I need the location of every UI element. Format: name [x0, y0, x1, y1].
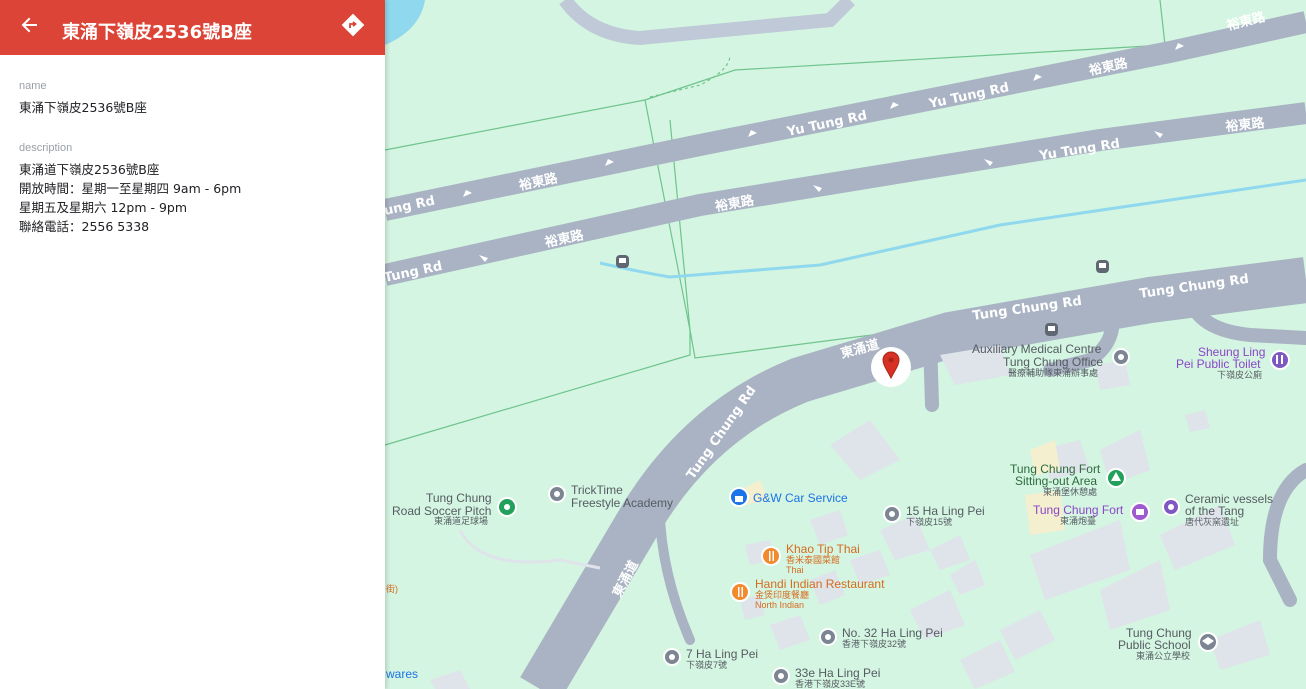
svg-text:7 Ha Ling Pei: 7 Ha Ling Pei: [686, 647, 758, 661]
fork-knife-icon: [730, 582, 750, 602]
svg-text:Tung Chung Fort: Tung Chung Fort: [1033, 503, 1124, 517]
svg-text:醫療輔助隊東涌辦事處: 醫療輔助隊東涌辦事處: [1008, 367, 1098, 378]
page-title: 東涌下嶺皮2536號B座: [62, 22, 252, 43]
svg-text:Handi Indian Restaurant: Handi Indian Restaurant: [755, 577, 885, 591]
red-location-pin-icon[interactable]: [871, 347, 911, 387]
restroom-icon: [1270, 350, 1290, 370]
svg-text:15 Ha Ling Pei: 15 Ha Ling Pei: [906, 504, 985, 518]
svg-text:東涌道足球場: 東涌道足球場: [434, 515, 488, 526]
svg-text:North Indian: North Indian: [755, 600, 804, 610]
svg-text:33e Ha Ling Pei: 33e Ha Ling Pei: [795, 666, 880, 680]
bus-stop-icon[interactable]: [1045, 323, 1058, 336]
description-line: 開放時間：星期一至星期四 9am - 6pm: [19, 181, 242, 196]
description-label: description: [19, 142, 73, 154]
svg-text:Auxiliary Medical Centre: Auxiliary Medical Centre: [972, 342, 1102, 356]
svg-text:of the Tang: of the Tang: [1185, 504, 1244, 518]
svg-text:下嶺皮公廁: 下嶺皮公廁: [1217, 369, 1262, 380]
arrow-left-icon: [21, 17, 37, 33]
bus-stop-icon[interactable]: [1096, 260, 1109, 273]
svg-text:香米泰國菜館: 香米泰國菜館: [786, 554, 840, 565]
svg-text:東涌炮臺: 東涌炮臺: [1060, 515, 1096, 526]
svg-text:Sitting-out Area: Sitting-out Area: [1015, 474, 1097, 488]
edge-label: 街): [386, 583, 398, 594]
svg-text:下嶺皮7號: 下嶺皮7號: [686, 659, 727, 670]
svg-text:G&W Car Service: G&W Car Service: [753, 491, 848, 505]
svg-text:Freestyle Academy: Freestyle Academy: [571, 496, 673, 510]
description-line: 聯絡電話：2556 5338: [19, 219, 150, 234]
svg-text:Pei Public Toilet: Pei Public Toilet: [1176, 357, 1261, 371]
svg-text:Public School: Public School: [1118, 638, 1191, 652]
svg-text:東涌堡休憩處: 東涌堡休憩處: [1043, 486, 1097, 497]
panel-header: 東涌下嶺皮2536號B座: [0, 0, 385, 55]
details-panel: 東涌下嶺皮2536號B座 name 東涌下嶺皮2536號B座 descripti…: [0, 0, 385, 689]
svg-text:No. 32 Ha Ling Pei: No. 32 Ha Ling Pei: [842, 626, 943, 640]
svg-text:下嶺皮15號: 下嶺皮15號: [906, 516, 952, 527]
edge-label: wares: [385, 667, 418, 681]
description-line: 東涌道下嶺皮2536號B座: [19, 162, 160, 177]
svg-text:香港下嶺皮32號: 香港下嶺皮32號: [842, 638, 906, 649]
svg-text:TrickTime: TrickTime: [571, 483, 623, 497]
back-button[interactable]: [14, 12, 44, 40]
directions-button[interactable]: [340, 12, 366, 38]
svg-text:東涌公立學校: 東涌公立學校: [1136, 650, 1190, 661]
svg-text:唐代灰窯遺址: 唐代灰窯遺址: [1185, 516, 1239, 527]
svg-text:Khao Tip Thai: Khao Tip Thai: [786, 542, 860, 556]
svg-text:Tung Chung Office: Tung Chung Office: [1003, 355, 1103, 369]
fork-knife-icon: [761, 546, 781, 566]
svg-text:香港下嶺皮33E號: 香港下嶺皮33E號: [795, 678, 865, 689]
description-line: 星期五及星期六 12pm - 9pm: [19, 200, 188, 215]
name-value: 東涌下嶺皮2536號B座: [19, 100, 147, 115]
svg-text:金煲印度餐廳: 金煲印度餐廳: [755, 589, 809, 600]
svg-text:Thai: Thai: [786, 565, 804, 575]
bus-stop-icon[interactable]: [616, 255, 629, 268]
directions-icon: [341, 13, 365, 37]
name-label: name: [19, 80, 47, 92]
svg-text:Tung Chung: Tung Chung: [426, 491, 492, 505]
